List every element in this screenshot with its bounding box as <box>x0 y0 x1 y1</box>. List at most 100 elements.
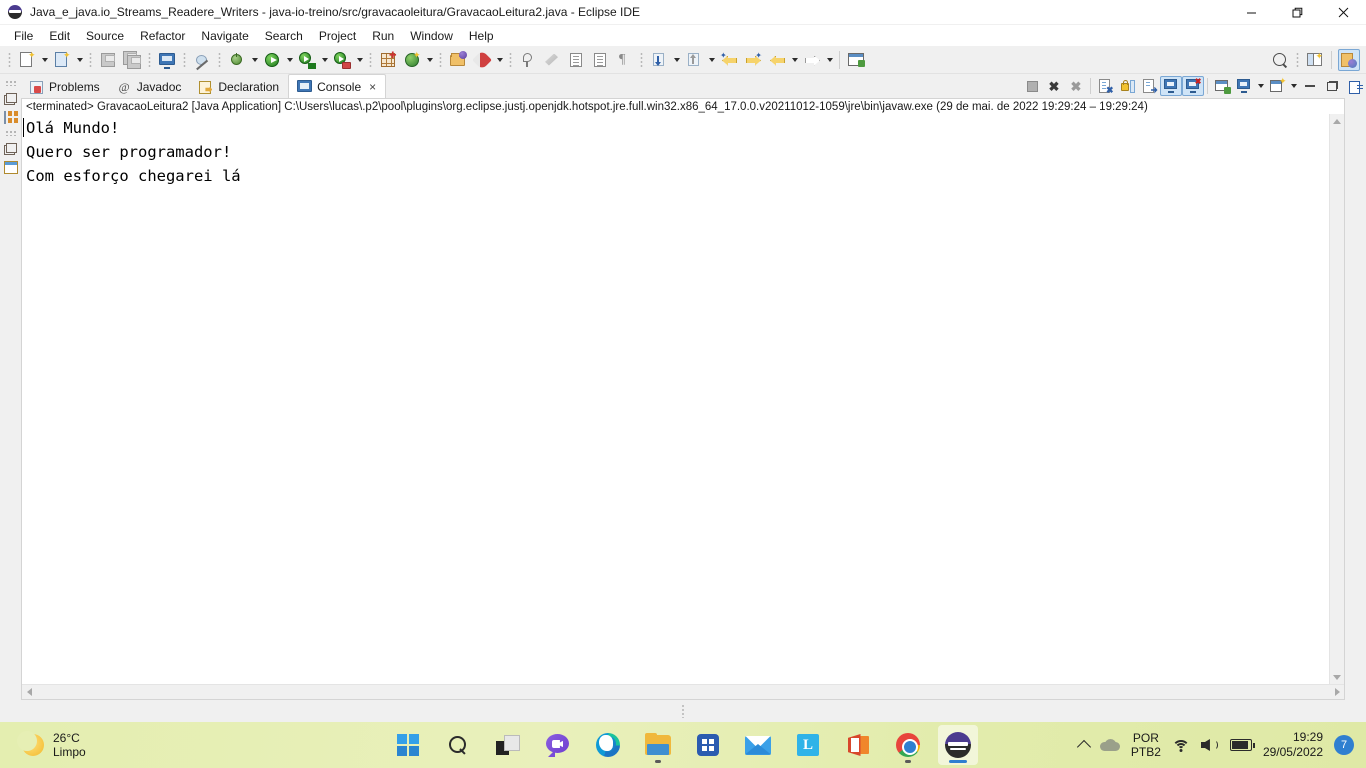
open-type-button[interactable] <box>446 48 470 72</box>
forward-button[interactable] <box>800 48 824 72</box>
start-button[interactable] <box>388 725 428 765</box>
minimize-view-button[interactable] <box>1299 76 1321 96</box>
open-console-view-button[interactable]: ✦ <box>1266 76 1288 96</box>
open-console-toolbar-button[interactable] <box>155 48 179 72</box>
open-console-dropdown[interactable] <box>1288 74 1299 98</box>
next-edit-location-button[interactable]: ✦ <box>741 48 765 72</box>
external-tools-button[interactable] <box>470 48 494 72</box>
resize-grip[interactable] <box>681 704 685 718</box>
restore-view-bottom[interactable] <box>2 140 19 157</box>
debug-dropdown[interactable] <box>249 48 260 72</box>
next-annotation-dropdown[interactable] <box>671 48 682 72</box>
tab-problems[interactable]: Problems <box>21 76 109 98</box>
menu-run[interactable]: Run <box>364 27 402 45</box>
coverage-dropdown[interactable] <box>319 48 330 72</box>
notification-badge[interactable]: 7 <box>1334 735 1354 755</box>
menu-window[interactable]: Window <box>402 27 461 45</box>
mail-button[interactable] <box>738 725 778 765</box>
last-edit-location-button[interactable]: ✦ <box>717 48 741 72</box>
eclipse-taskbar-button[interactable] <box>938 725 978 765</box>
save-all-button[interactable] <box>120 48 144 72</box>
back-dropdown[interactable] <box>789 48 800 72</box>
restore-window-button[interactable] <box>1274 0 1320 25</box>
left-trim-handle[interactable] <box>4 80 17 86</box>
battery-button[interactable] <box>1229 739 1255 751</box>
scroll-up-button[interactable] <box>1330 114 1344 128</box>
clock[interactable]: 19:29 29/05/2022 <box>1263 730 1323 760</box>
new-class-dropdown[interactable] <box>74 48 85 72</box>
display-selected-console-button[interactable] <box>1233 76 1255 96</box>
menu-help[interactable]: Help <box>461 27 502 45</box>
show-console-on-error-button[interactable]: ✖ <box>1182 76 1204 96</box>
previous-annotation-button[interactable] <box>682 48 706 72</box>
display-console-dropdown[interactable] <box>1255 74 1266 98</box>
network-button[interactable] <box>1171 738 1190 752</box>
menu-refactor[interactable]: Refactor <box>132 27 193 45</box>
search-taskbar-button[interactable] <box>438 725 478 765</box>
debug-button[interactable] <box>225 48 249 72</box>
package-explorer-trim[interactable] <box>2 109 19 126</box>
onedrive-button[interactable] <box>1099 739 1120 751</box>
remove-all-launches-button[interactable]: ✖ <box>1065 76 1087 96</box>
restore-view-top[interactable] <box>2 90 19 107</box>
menu-project[interactable]: Project <box>311 27 364 45</box>
task-view-button[interactable] <box>488 725 528 765</box>
toggle-pilcrow-button[interactable]: ¶ <box>612 48 636 72</box>
menu-navigate[interactable]: Navigate <box>193 27 256 45</box>
tab-console[interactable]: Console × <box>288 74 387 98</box>
menu-source[interactable]: Source <box>78 27 132 45</box>
new-java-class-button[interactable]: ✦ <box>50 48 74 72</box>
refresh-button[interactable]: ✦ <box>400 48 424 72</box>
save-button[interactable] <box>96 48 120 72</box>
chrome-button[interactable] <box>888 725 928 765</box>
tab-declaration[interactable]: Declaration <box>190 76 288 98</box>
console-output[interactable]: Olá Mundo! Quero ser programador! Com es… <box>22 114 1329 684</box>
edge-button[interactable] <box>588 725 628 765</box>
refresh-dropdown[interactable] <box>424 48 435 72</box>
toggle-word-wrap-button[interactable] <box>564 48 588 72</box>
menu-search[interactable]: Search <box>257 27 311 45</box>
scroll-lock-button[interactable] <box>1116 76 1138 96</box>
skip-breakpoints-button[interactable] <box>190 48 214 72</box>
weather-widget[interactable]: 26°C Limpo <box>0 731 250 759</box>
show-hidden-icons-button[interactable] <box>1076 738 1091 755</box>
open-perspective-button[interactable]: ✦ <box>1303 48 1327 72</box>
tab-javadoc[interactable]: @ Javadoc <box>109 76 191 98</box>
coverage-button[interactable] <box>295 48 319 72</box>
forward-dropdown[interactable] <box>824 48 835 72</box>
scroll-down-button[interactable] <box>1330 670 1344 684</box>
new-window-button[interactable] <box>844 48 868 72</box>
minimize-window-button[interactable] <box>1228 0 1274 25</box>
close-window-button[interactable] <box>1320 0 1366 25</box>
office-button[interactable] <box>838 725 878 765</box>
java-perspective-button[interactable] <box>1336 48 1362 72</box>
scroll-left-button[interactable] <box>22 688 36 696</box>
previous-annotation-dropdown[interactable] <box>706 48 717 72</box>
console-horizontal-scrollbar[interactable] <box>22 684 1344 699</box>
search-toolbar-button[interactable] <box>1268 48 1292 72</box>
menu-file[interactable]: File <box>6 27 41 45</box>
remove-launch-button[interactable]: ✖ <box>1043 76 1065 96</box>
run-toolbox-button[interactable] <box>330 48 354 72</box>
console-vertical-scrollbar[interactable] <box>1329 114 1344 684</box>
chat-button[interactable] <box>538 725 578 765</box>
word-wrap-button[interactable] <box>1138 76 1160 96</box>
maximize-view-button[interactable] <box>1321 76 1343 96</box>
language-indicator[interactable]: POR PTB2 <box>1131 731 1161 759</box>
l-app-button[interactable] <box>788 725 828 765</box>
run-dropdown[interactable] <box>284 48 295 72</box>
toggle-mark-occurrences-button[interactable] <box>516 48 540 72</box>
new-java-project-button[interactable]: ✚ <box>376 48 400 72</box>
new-wizard-button[interactable]: ✦ <box>15 48 39 72</box>
toggle-show-whitespace-button[interactable] <box>588 48 612 72</box>
outline-trim[interactable] <box>2 159 19 176</box>
run-button[interactable] <box>260 48 284 72</box>
left-trim-handle-2[interactable] <box>4 130 17 136</box>
run-toolbox-dropdown[interactable] <box>354 48 365 72</box>
toggle-block-selection-button[interactable] <box>540 48 564 72</box>
scroll-right-button[interactable] <box>1330 688 1344 696</box>
terminate-button[interactable] <box>1021 76 1043 96</box>
volume-button[interactable] <box>1200 738 1219 752</box>
external-tools-dropdown[interactable] <box>494 48 505 72</box>
menu-edit[interactable]: Edit <box>41 27 78 45</box>
